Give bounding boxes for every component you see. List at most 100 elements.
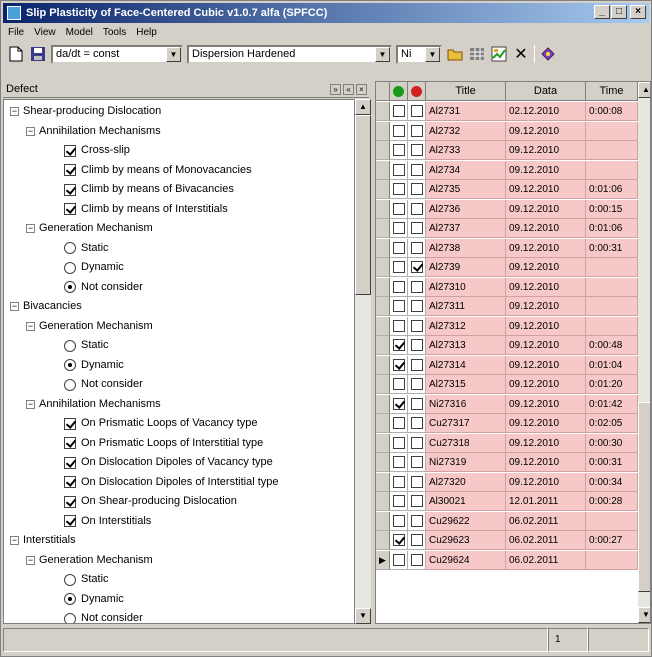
time-cell[interactable]: 0:00:31 (586, 453, 638, 472)
include-checkbox[interactable] (392, 163, 405, 176)
row-indicator[interactable] (376, 316, 390, 336)
table-row[interactable]: Cu29622 06.02.2011 (376, 511, 638, 531)
date-cell[interactable]: 09.12.2010 (506, 433, 586, 453)
include-checkbox[interactable] (392, 397, 405, 410)
table-row[interactable]: Al2737 09.12.2010 0:01:06 (376, 219, 638, 238)
tree-radio[interactable] (64, 612, 76, 623)
grid-icon[interactable] (468, 45, 486, 63)
time-cell[interactable] (586, 550, 638, 570)
row-indicator[interactable] (376, 336, 390, 355)
row-indicator[interactable] (376, 375, 390, 394)
tree-item[interactable]: Static (64, 336, 109, 355)
tree-radio[interactable] (64, 339, 76, 352)
title-cell[interactable]: Al27313 (426, 336, 506, 355)
table-row[interactable]: Al27313 09.12.2010 0:00:48 (376, 336, 638, 355)
row-indicator[interactable] (376, 102, 390, 121)
title-cell[interactable]: Ni27319 (426, 453, 506, 472)
table-row[interactable]: Al2731 02.12.2010 0:00:08 (376, 102, 638, 121)
tree-item[interactable]: Cross-slip (64, 141, 130, 160)
title-cell[interactable]: Ni27316 (426, 394, 506, 414)
include-checkbox[interactable] (392, 261, 405, 273)
open-folder-icon[interactable] (446, 45, 464, 63)
time-cell[interactable] (586, 316, 638, 336)
new-file-icon[interactable] (7, 45, 25, 63)
include-checkbox[interactable] (392, 436, 405, 449)
title-bar[interactable]: Slip Plasticity of Face-Centered Cubic v… (3, 3, 649, 23)
scroll-up-icon[interactable]: ▲ (638, 82, 650, 98)
grid-scrollbar[interactable]: ▲ ▼ (638, 82, 650, 623)
tree-radio[interactable] (64, 242, 76, 254)
tree-item[interactable]: − Annihilation Mechanisms (26, 395, 161, 414)
tree-checkbox[interactable] (64, 456, 76, 469)
table-row[interactable]: Ni27316 09.12.2010 0:01:42 (376, 394, 638, 414)
date-cell[interactable]: 09.12.2010 (506, 355, 586, 375)
tree-item[interactable]: Climb by means of Interstitials (64, 200, 228, 219)
table-row[interactable]: Al27315 09.12.2010 0:01:20 (376, 375, 638, 394)
date-cell[interactable]: 09.12.2010 (506, 297, 586, 316)
tree-expander-icon[interactable]: − (10, 536, 19, 545)
exclude-checkbox[interactable] (410, 514, 423, 527)
time-cell[interactable]: 0:01:04 (586, 355, 638, 375)
table-row[interactable]: Al2734 09.12.2010 (376, 160, 638, 180)
tree-item[interactable]: On Prismatic Loops of Interstitial type (64, 434, 263, 453)
date-cell[interactable]: 09.12.2010 (506, 472, 586, 492)
table-row[interactable]: Al2732 09.12.2010 (376, 121, 638, 141)
date-cell[interactable]: 09.12.2010 (506, 180, 586, 199)
time-cell[interactable]: 0:00:34 (586, 472, 638, 492)
exclude-checkbox[interactable] (410, 241, 423, 254)
title-cell[interactable]: Cu29622 (426, 511, 506, 531)
date-cell[interactable]: 09.12.2010 (506, 238, 586, 258)
time-cell[interactable]: 0:00:30 (586, 433, 638, 453)
maximize-button[interactable]: □ (611, 5, 627, 19)
tree-item[interactable]: Climb by means of Monovacancies (64, 161, 252, 180)
row-indicator[interactable] (376, 531, 390, 550)
save-icon[interactable] (29, 45, 47, 63)
row-indicator[interactable] (376, 394, 390, 414)
table-row[interactable]: Al2735 09.12.2010 0:01:06 (376, 180, 638, 199)
date-cell[interactable]: 06.02.2011 (506, 550, 586, 570)
date-cell[interactable]: 09.12.2010 (506, 375, 586, 394)
time-cell[interactable]: 0:02:05 (586, 414, 638, 433)
material-combo[interactable]: Dispersion Hardened ▼ (187, 44, 392, 64)
include-checkbox[interactable] (392, 280, 405, 293)
table-row[interactable]: Al2738 09.12.2010 0:00:31 (376, 238, 638, 258)
exclude-checkbox[interactable] (410, 397, 423, 410)
row-indicator[interactable] (376, 414, 390, 433)
exclude-checkbox[interactable] (410, 456, 423, 468)
tree-checkbox[interactable] (64, 164, 76, 176)
time-cell[interactable]: 0:00:28 (586, 492, 638, 511)
tree-item[interactable]: − Annihilation Mechanisms (26, 122, 161, 141)
run-icon[interactable] (539, 45, 557, 63)
date-cell[interactable]: 09.12.2010 (506, 199, 586, 219)
time-cell[interactable]: 0:00:27 (586, 531, 638, 550)
time-cell[interactable]: 0:00:08 (586, 102, 638, 121)
row-indicator[interactable] (376, 297, 390, 316)
tree-item[interactable]: Dynamic (64, 258, 124, 277)
table-row[interactable]: Ni27319 09.12.2010 0:00:31 (376, 453, 638, 472)
tree-radio[interactable] (64, 573, 76, 586)
tree-item[interactable]: − Shear-producing Dislocation (10, 102, 161, 121)
scroll-thumb[interactable] (355, 115, 371, 295)
title-column-header[interactable]: Title (426, 82, 506, 101)
tree-item[interactable]: − Generation Mechanism (26, 219, 153, 238)
menu-model[interactable]: Model (61, 27, 98, 38)
title-cell[interactable]: Cu29623 (426, 531, 506, 550)
time-cell[interactable] (586, 141, 638, 160)
time-cell[interactable] (586, 121, 638, 141)
tree-item[interactable]: Static (64, 570, 109, 589)
date-cell[interactable]: 09.12.2010 (506, 316, 586, 336)
time-cell[interactable] (586, 160, 638, 180)
title-cell[interactable]: Cu27318 (426, 433, 506, 453)
exclude-checkbox[interactable] (410, 417, 423, 429)
tree-checkbox[interactable] (64, 417, 76, 430)
minimize-button[interactable]: _ (594, 5, 610, 19)
tree-item[interactable]: Not consider (64, 278, 143, 297)
tree-item[interactable]: − Generation Mechanism (26, 317, 153, 336)
table-row[interactable]: Al30021 12.01.2011 0:00:28 (376, 492, 638, 511)
tree-checkbox[interactable] (64, 203, 76, 215)
tree-checkbox[interactable] (64, 495, 76, 508)
date-cell[interactable]: 06.02.2011 (506, 531, 586, 550)
title-cell[interactable]: Cu29624 (426, 550, 506, 570)
exclude-checkbox[interactable] (410, 436, 423, 449)
include-checkbox[interactable] (392, 319, 405, 332)
